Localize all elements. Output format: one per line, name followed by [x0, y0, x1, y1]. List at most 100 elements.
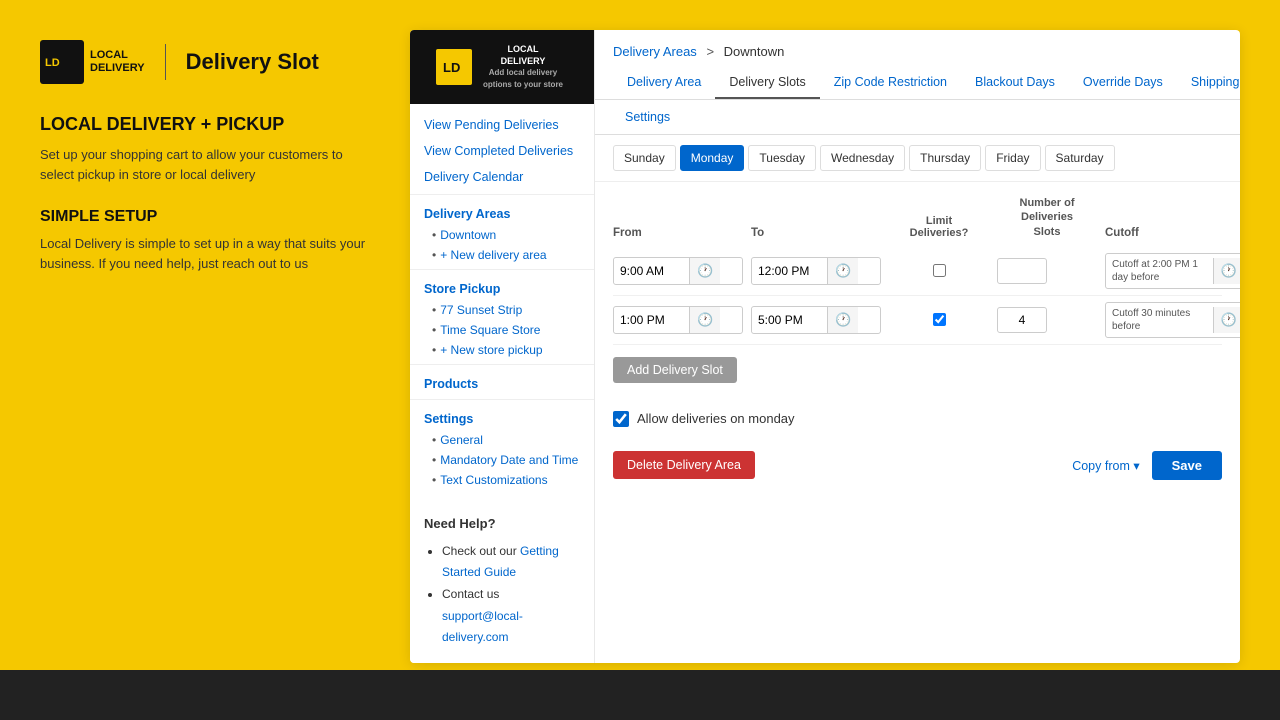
- slot1-cutoff-clock-icon[interactable]: 🕐: [1213, 258, 1240, 284]
- sidebar-item-downtown[interactable]: Downtown: [410, 225, 594, 245]
- sidebar-item-new-store[interactable]: + New store pickup: [410, 340, 594, 360]
- day-btn-friday[interactable]: Friday: [985, 145, 1040, 171]
- slot2-cutoff-group: Cutoff 30 minutes before 🕐: [1105, 302, 1240, 338]
- save-button[interactable]: Save: [1152, 451, 1222, 480]
- day-btn-tuesday[interactable]: Tuesday: [748, 145, 816, 171]
- slot1-from-clock-icon[interactable]: 🕐: [689, 258, 720, 284]
- main-description: Set up your shopping cart to allow your …: [40, 145, 380, 184]
- slot2-from-clock-icon[interactable]: 🕐: [689, 307, 720, 333]
- sidebar-item-general[interactable]: General: [410, 430, 594, 450]
- sidebar-item-calendar[interactable]: Delivery Calendar: [410, 164, 594, 190]
- sub-heading: SIMPLE SETUP: [40, 208, 380, 226]
- slot1-slots-input[interactable]: [997, 258, 1047, 284]
- svg-text:LD: LD: [45, 57, 60, 69]
- breadcrumb: Delivery Areas > Downtown: [595, 30, 1240, 67]
- slot-row-2: 🕐 🕐 Cutoff 30 minutes before 🕐: [613, 296, 1222, 345]
- slot1-to-group: 🕐: [751, 257, 881, 285]
- slot2-limit-cell: [889, 313, 989, 326]
- sidebar-ld-icon: LD: [440, 53, 468, 81]
- slot2-from-input[interactable]: [614, 308, 689, 332]
- bottom-bar: [0, 670, 1280, 720]
- slot2-to-clock-icon[interactable]: 🕐: [827, 307, 858, 333]
- slot2-slots-input[interactable]: [997, 307, 1047, 333]
- slot2-to-input[interactable]: [752, 308, 827, 332]
- sidebar-item-new-delivery[interactable]: + New delivery area: [410, 245, 594, 265]
- breadcrumb-current: Downtown: [724, 44, 785, 59]
- tab-zip-code[interactable]: Zip Code Restriction: [820, 67, 961, 99]
- bottom-actions: Delete Delivery Area Copy from ▾ Save: [595, 441, 1240, 498]
- sidebar-item-completed[interactable]: View Completed Deliveries: [410, 138, 594, 164]
- slot2-limit-checkbox[interactable]: [933, 313, 946, 326]
- sidebar-item-text-customizations[interactable]: Text Customizations: [410, 470, 594, 490]
- sidebar-section-delivery-areas[interactable]: Delivery Areas: [410, 199, 594, 225]
- tab-shipping-rates[interactable]: Shipping Rates: [1177, 67, 1240, 99]
- col-header-number-slots: Number of Deliveries Slots: [997, 196, 1097, 239]
- tab-settings[interactable]: Settings: [613, 106, 682, 128]
- logo-box: LD LOCALDELIVERY: [40, 40, 145, 84]
- right-actions: Copy from ▾ Save: [1072, 451, 1222, 480]
- sidebar-logo-inner: LD LOCALDELIVERY Add local delivery opti…: [436, 44, 568, 90]
- copy-from-link[interactable]: Copy from ▾: [1072, 458, 1139, 473]
- col-header-to: To: [751, 227, 881, 239]
- allow-deliveries-row: Allow deliveries on monday: [595, 397, 1240, 441]
- logo-area: LD LOCALDELIVERY Delivery Slot: [40, 40, 380, 84]
- delete-delivery-area-button[interactable]: Delete Delivery Area: [613, 451, 755, 479]
- logo-app-name: LOCALDELIVERY: [90, 49, 145, 75]
- slot1-cutoff-group: Cutoff at 2:00 PM 1 day before 🕐: [1105, 253, 1240, 289]
- tab-delivery-slots[interactable]: Delivery Slots: [715, 67, 819, 99]
- slot1-to-clock-icon[interactable]: 🕐: [827, 258, 858, 284]
- sub-description: Local Delivery is simple to set up in a …: [40, 234, 380, 273]
- svg-text:LD: LD: [443, 60, 460, 75]
- day-btn-wednesday[interactable]: Wednesday: [820, 145, 905, 171]
- contact-text: Contact us: [442, 587, 499, 601]
- sidebar-item-sunset[interactable]: 77 Sunset Strip: [410, 300, 594, 320]
- logo-divider: [165, 44, 166, 80]
- divider-1: [410, 194, 594, 195]
- sidebar-item-mandatory-date[interactable]: Mandatory Date and Time: [410, 450, 594, 470]
- sidebar-item-timesquare[interactable]: Time Square Store: [410, 320, 594, 340]
- tab-override-days[interactable]: Override Days: [1069, 67, 1177, 99]
- need-help-section: Need Help? Check out our Getting Started…: [410, 498, 594, 663]
- support-email-link[interactable]: support@local-delivery.com: [442, 609, 523, 645]
- sidebar-logo-icon-box: LD: [436, 49, 472, 85]
- days-row: Sunday Monday Tuesday Wednesday Thursday…: [595, 135, 1240, 182]
- sidebar-nav: View Pending Deliveries View Completed D…: [410, 104, 594, 498]
- divider-2: [410, 269, 594, 270]
- need-help-item-contact: Contact us support@local-delivery.com: [442, 584, 580, 649]
- slot2-cutoff-clock-icon[interactable]: 🕐: [1213, 307, 1240, 333]
- left-panel: LD LOCALDELIVERY Delivery Slot LOCAL DEL…: [40, 30, 380, 663]
- sidebar-item-pending[interactable]: View Pending Deliveries: [410, 112, 594, 138]
- day-btn-saturday[interactable]: Saturday: [1045, 145, 1115, 171]
- breadcrumb-parent[interactable]: Delivery Areas: [613, 44, 697, 59]
- tabs-bar: Delivery Area Delivery Slots Zip Code Re…: [595, 67, 1240, 100]
- main-content: Delivery Areas > Downtown Delivery Area …: [595, 30, 1240, 663]
- col-header-cutoff: Cutoff: [1105, 227, 1240, 239]
- slot1-from-input[interactable]: [614, 259, 689, 283]
- slot1-to-input[interactable]: [752, 259, 827, 283]
- day-btn-sunday[interactable]: Sunday: [613, 145, 676, 171]
- sidebar-section-store-pickup[interactable]: Store Pickup: [410, 274, 594, 300]
- need-help-list: Check out our Getting Started Guide Cont…: [424, 541, 580, 649]
- divider-3: [410, 364, 594, 365]
- need-help-title: Need Help?: [424, 516, 580, 531]
- allow-deliveries-label: Allow deliveries on monday: [637, 411, 795, 426]
- need-help-item-guide: Check out our Getting Started Guide: [442, 541, 580, 584]
- sidebar-item-settings[interactable]: Settings: [410, 404, 594, 430]
- day-btn-monday[interactable]: Monday: [680, 145, 745, 171]
- day-btn-thursday[interactable]: Thursday: [909, 145, 981, 171]
- sidebar-logo: LD LOCALDELIVERY Add local delivery opti…: [410, 30, 594, 104]
- tab-delivery-area[interactable]: Delivery Area: [613, 67, 715, 99]
- slot1-limit-checkbox[interactable]: [933, 264, 946, 277]
- app-panel: LD LOCALDELIVERY Add local delivery opti…: [410, 30, 1240, 663]
- slot2-slots-cell: [997, 307, 1097, 333]
- settings-sub-tab-row: Settings: [595, 100, 1240, 135]
- sidebar: LD LOCALDELIVERY Add local delivery opti…: [410, 30, 595, 663]
- tab-blackout-days[interactable]: Blackout Days: [961, 67, 1069, 99]
- allow-deliveries-checkbox[interactable]: [613, 411, 629, 427]
- need-help-guide-text: Check out our: [442, 544, 520, 558]
- slot-row-1: 🕐 🕐 Cutoff at 2:00 PM 1 day before: [613, 247, 1222, 296]
- add-delivery-slot-button[interactable]: Add Delivery Slot: [613, 357, 737, 383]
- slot2-cutoff-text: Cutoff 30 minutes before: [1106, 303, 1213, 337]
- slot2-to-group: 🕐: [751, 306, 881, 334]
- sidebar-item-products[interactable]: Products: [410, 369, 594, 395]
